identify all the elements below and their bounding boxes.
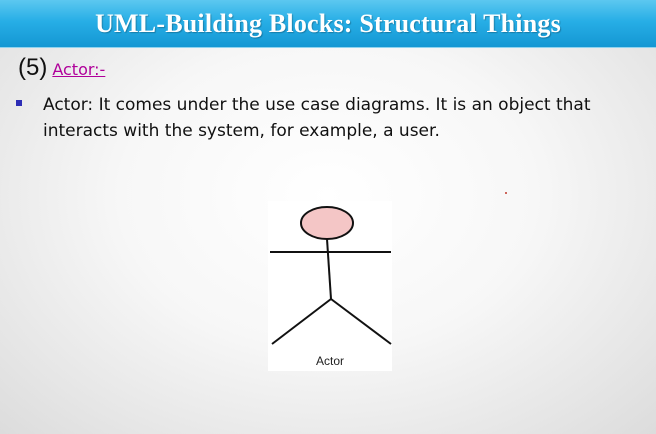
actor-body (326, 238, 332, 300)
slide-title: UML-Building Blocks: Structural Things (95, 8, 561, 38)
actor-link[interactable]: Actor:- (52, 60, 105, 79)
actor-head (300, 206, 354, 240)
actor-figure-card: Actor (268, 201, 392, 371)
section-heading: (5) Actor:- (18, 54, 105, 82)
section-number: (5) (18, 54, 48, 81)
actor-left-leg (271, 298, 332, 345)
stick-figure-icon (270, 206, 392, 345)
title-bar: UML-Building Blocks: Structural Things (0, 0, 656, 48)
red-dot-mark (505, 192, 507, 194)
actor-label: Actor (315, 354, 344, 368)
actor-right-leg (330, 298, 392, 345)
bullet-item: Actor: It comes under the use case diagr… (16, 92, 646, 144)
bullet-text: Actor: It comes under the use case diagr… (43, 95, 591, 141)
bullet-square-icon (16, 100, 22, 106)
